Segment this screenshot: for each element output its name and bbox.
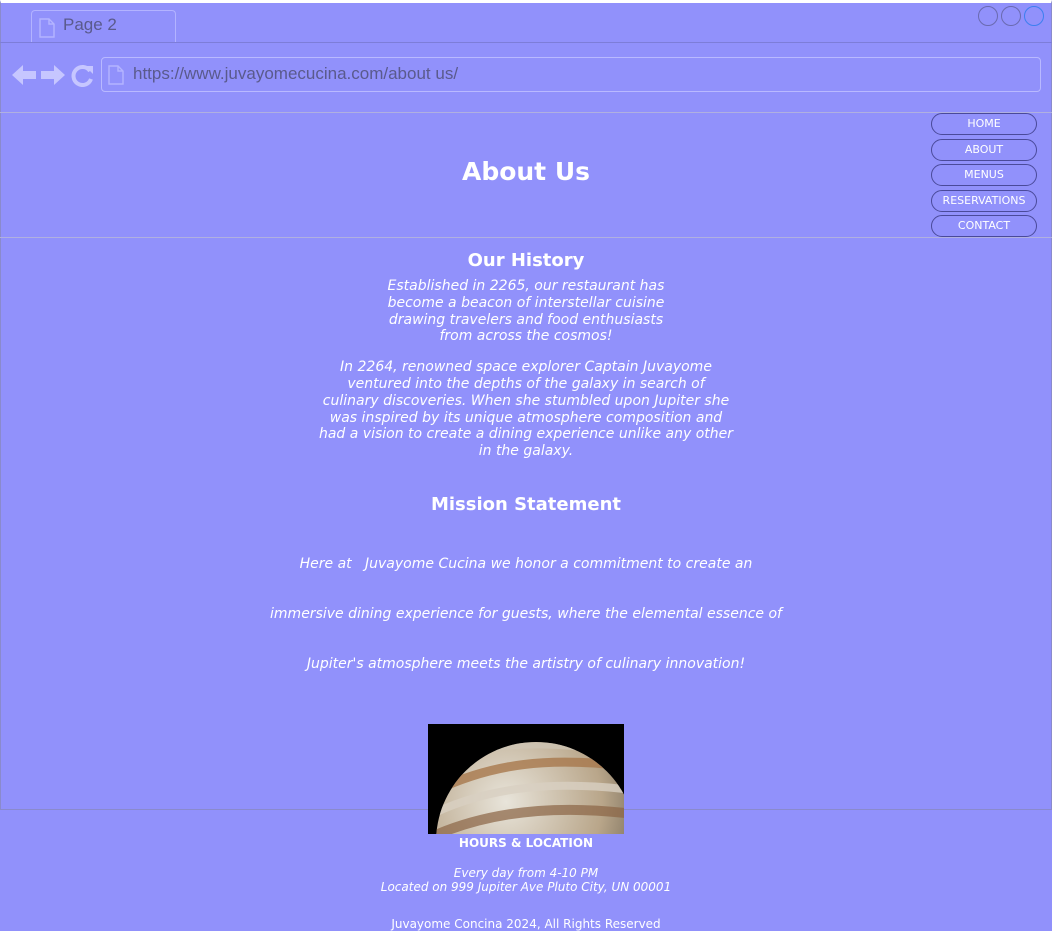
url-text: https://www.juvayomecucina.com/about us/: [133, 64, 459, 83]
page-header: About Us HOME ABOUT MENUS RESERVATIONS C…: [0, 113, 1052, 238]
document-icon: [39, 18, 55, 42]
history-p2-line: culinary discoveries. When she stumbled …: [322, 392, 730, 409]
mission-line: Jupiter's atmosphere meets the artistry …: [306, 656, 746, 673]
history-p1-line: become a beacon of interstellar cuisine: [387, 294, 665, 311]
minimize-button[interactable]: [978, 6, 998, 26]
footer-text: Juvayome Concina 2024, All Rights Reserv…: [391, 916, 661, 931]
mission-heading: Mission Statement: [430, 493, 622, 515]
hours-when: Every day from 4-10 PM: [453, 865, 599, 880]
address-bar[interactable]: https://www.juvayomecucina.com/about us/: [101, 57, 1041, 92]
history-p2-line: in the galaxy.: [478, 443, 574, 460]
nav-reservations-button[interactable]: RESERVATIONS: [931, 189, 1037, 212]
nav-about-button[interactable]: ABOUT: [931, 138, 1037, 161]
history-p2-line: In 2264, renowned space explorer Captain…: [340, 359, 712, 376]
window-controls: [978, 6, 1044, 26]
history-p2-line: had a vision to create a dining experien…: [318, 426, 734, 443]
main-content: Our History Established in 2265, our res…: [0, 238, 1052, 931]
mission-line: immersive dining experience for guests, …: [270, 605, 782, 622]
jupiter-image: [428, 723, 624, 834]
nav-home-button[interactable]: HOME: [931, 113, 1037, 135]
close-button[interactable]: [1024, 6, 1044, 26]
nav-menus-button[interactable]: MENUS: [931, 164, 1037, 186]
tab-title: Page 2: [63, 15, 117, 34]
address-toolbar: https://www.juvayomecucina.com/about us/: [0, 43, 1052, 113]
back-arrow-icon[interactable]: [11, 64, 37, 90]
history-paragraph-1: Established in 2265, our restaurant has …: [0, 278, 1052, 345]
history-p1-line: from across the cosmos!: [439, 328, 613, 345]
page-icon: [108, 65, 124, 89]
browser-tab[interactable]: Page 2: [31, 10, 176, 42]
hours-location: Located on 999 Jupiter Ave Pluto City, U…: [380, 879, 672, 894]
history-heading: Our History: [467, 250, 585, 271]
history-paragraph-2: In 2264, renowned space explorer Captain…: [0, 359, 1052, 460]
history-p1-line: drawing travelers and food enthusiasts: [388, 311, 664, 328]
reload-icon[interactable]: [71, 63, 95, 91]
mission-paragraph: Here at Juvayome Cucina we honor a commi…: [0, 522, 1052, 707]
tab-bar: Page 2: [0, 0, 1052, 43]
site-menu: HOME ABOUT MENUS RESERVATIONS CONTACT: [931, 113, 1037, 241]
mission-line: Here at Juvayome Cucina we honor a commi…: [299, 555, 753, 572]
nav-contact-button[interactable]: CONTACT: [931, 215, 1037, 237]
forward-arrow-icon[interactable]: [40, 64, 66, 90]
page-title: About Us: [461, 157, 591, 186]
hours-heading: HOURS & LOCATION: [458, 835, 594, 850]
history-p2-line: ventured into the depths of the galaxy i…: [347, 375, 705, 392]
history-p2-line: was inspired by its unique atmosphere co…: [329, 409, 723, 426]
maximize-button[interactable]: [1001, 6, 1021, 26]
history-p1-line: Established in 2265, our restaurant has: [387, 278, 665, 294]
